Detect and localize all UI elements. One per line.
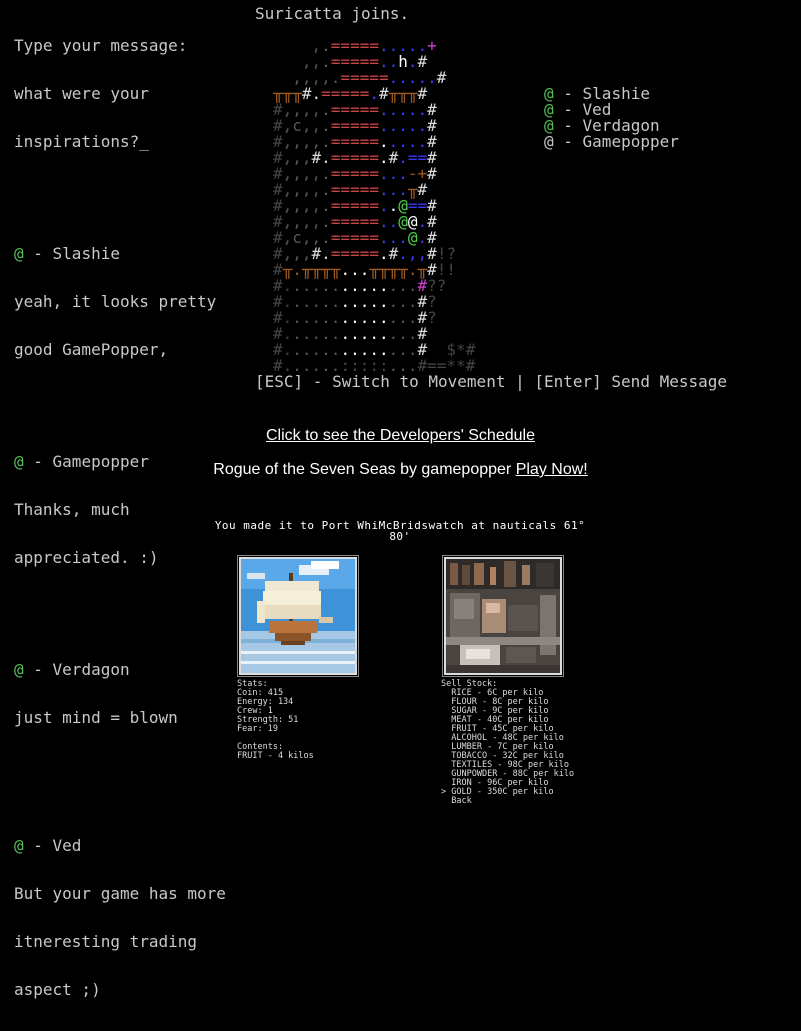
player-stats: Stats: Coin: 415 Energy: 134 Crew: 1 Str…: [237, 680, 314, 761]
schedule-line: Click to see the Developers' Schedule: [0, 427, 801, 445]
chat-text: appreciated. :): [14, 548, 159, 567]
join-notice: Suricatta joins.: [255, 4, 410, 23]
player-list: @ - Slashie @ - Ved @ - Verdagon @ - Gam…: [544, 86, 679, 150]
shopkeeper-icon: [446, 559, 560, 673]
chat-message: @ - Verdagon just mind = blown: [14, 630, 254, 758]
chat-text: But your game has more: [14, 884, 226, 903]
chat-panel: Type your message: what were your inspir…: [14, 6, 254, 1030]
sell-item-label: Back: [451, 796, 472, 806]
player-glyph: @: [544, 132, 554, 151]
ship-icon: [241, 559, 355, 673]
chat-input[interactable]: Type your message: what were your inspir…: [14, 6, 254, 182]
chat-message: @ - Slashie yeah, it looks pretty good G…: [14, 214, 254, 390]
chat-input-line[interactable]: what were your: [14, 86, 254, 102]
ship-image: [237, 555, 359, 677]
play-now-link[interactable]: Play Now!: [516, 461, 588, 478]
key-hint-bar: [ESC] - Switch to Movement | [Enter] Sen…: [255, 372, 728, 391]
sell-menu: Sell Stock: RICE - 6C per kilo FLOUR - 8…: [441, 680, 574, 806]
player-glyph: @: [14, 836, 24, 855]
chat-text: itneresting trading: [14, 932, 198, 951]
player-glyph: @: [14, 244, 24, 263]
back-option[interactable]: Back: [441, 797, 574, 806]
chat-text: just mind = blown: [14, 708, 178, 727]
menu-cursor: [441, 796, 451, 806]
chat-input-line[interactable]: inspirations?_: [14, 134, 254, 150]
chat-author: @ - Ved: [14, 836, 82, 855]
game-credit-text: Rogue of the Seven Seas by gamepopper: [213, 461, 516, 478]
chat-input-line[interactable]: Type your message:: [14, 38, 254, 54]
chat-message: @ - Gamepopper Thanks, much appreciated.…: [14, 422, 254, 598]
trade-status: You made it to Port WhiMcBridswatch at n…: [200, 520, 600, 542]
chat-text: yeah, it looks pretty: [14, 292, 217, 311]
player-glyph: @: [14, 660, 24, 679]
shop-image: [442, 555, 564, 677]
game-credit-line: Rogue of the Seven Seas by gamepopper Pl…: [0, 461, 801, 479]
chat-text: Thanks, much: [14, 500, 130, 519]
chat-author: @ - Verdagon: [14, 660, 130, 679]
chat-text: aspect ;): [14, 980, 101, 999]
player-entry: @ - Gamepopper: [544, 132, 679, 151]
contents-item: FRUIT - 4 kilos: [237, 751, 314, 761]
stat-fear: Fear: 19: [237, 724, 278, 734]
schedule-link[interactable]: Click to see the Developers' Schedule: [266, 427, 535, 444]
chat-author: @ - Slashie: [14, 244, 120, 263]
status-line: 80': [389, 530, 411, 543]
ascii-map[interactable]: ,.=====.....+ ,,.=====..h.# ,,,,.=====..…: [273, 38, 475, 374]
chat-text: good GamePopper,: [14, 340, 169, 359]
